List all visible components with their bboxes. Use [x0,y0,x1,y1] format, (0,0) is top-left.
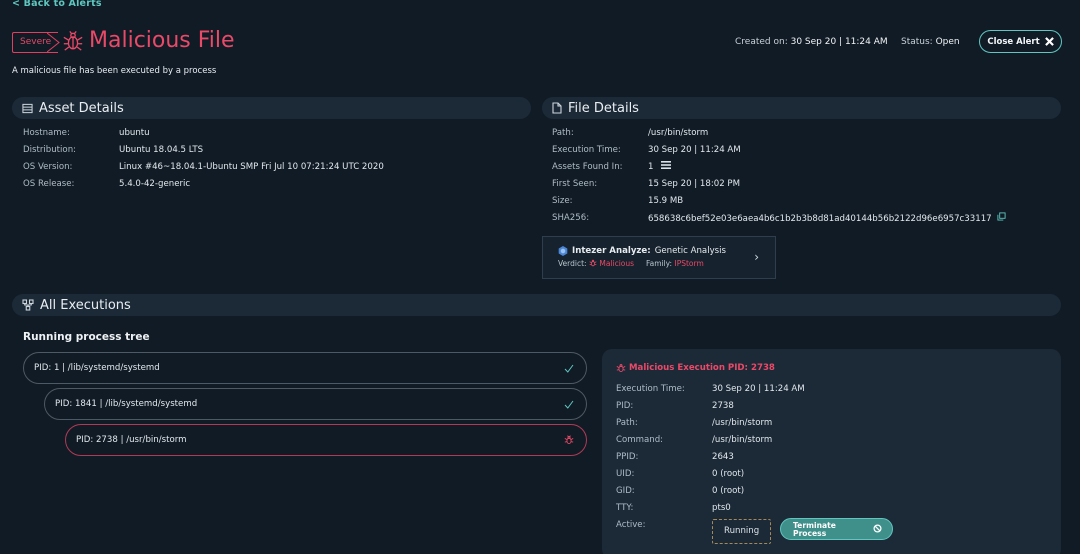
intezer-logo-icon [558,246,568,256]
malicious-execution-title-text: Malicious Execution PID: 2738 [629,363,775,373]
server-icon [22,103,33,113]
intezer-analysis-card[interactable]: Intezer Analyze: Genetic Analysis Verdic… [542,236,776,279]
file-details-title: File Details [568,100,639,116]
file-key: Execution Time: [552,145,621,155]
checkmark-icon [564,364,574,373]
intezer-summary: Verdict: Malicious Family: IPStorm [558,259,760,268]
file-value: 15 Sep 20 | 18:02 PM [648,179,740,189]
created-on: Created on: 30 Sep 20 | 11:24 AM [735,37,888,47]
bug-icon [589,259,597,267]
malicious-execution-title: Malicious Execution PID: 2738 [616,363,1047,373]
intezer-heading: Intezer Analyze: Genetic Analysis [558,246,760,256]
close-icon [1044,37,1054,46]
all-executions-header: All Executions [12,294,1061,316]
exec-key: Command: [616,435,664,445]
running-status-badge: Running [712,519,772,544]
alert-title: Malicious File [62,28,235,53]
family-value: IPStorm [674,259,704,268]
list-icon[interactable] [661,161,672,169]
close-alert-label: Close Alert [987,36,1040,47]
checkmark-icon [564,400,574,409]
created-on-label: Created on: [735,37,788,47]
status-label: Status: [901,37,933,47]
all-executions-title: All Executions [40,297,131,313]
file-details-header: File Details [542,97,1061,119]
exec-value: 30 Sep 20 | 11:24 AM [712,384,805,394]
assets-found-value: 1 [648,161,1057,174]
process-node-label: PID: 2738 | /usr/bin/storm [76,435,187,445]
file-key: Path: [552,128,574,138]
intezer-brand: Intezer Analyze: [572,246,651,256]
status-value: Open [935,37,960,47]
exec-key: PPID: [616,452,639,462]
asset-value: ubuntu [119,128,150,138]
family-label: Family: [645,259,673,268]
asset-details-header: Asset Details [12,97,531,119]
verdict-value: Malicious [599,259,635,268]
copy-icon[interactable] [997,212,1006,221]
asset-key: OS Release: [23,179,75,189]
bug-icon [564,435,574,444]
process-node-malicious[interactable]: PID: 2738 | /usr/bin/storm [65,424,587,456]
severity-badge-arrow [47,33,60,52]
exec-value: /usr/bin/storm [712,418,773,428]
exec-key: Execution Time: [616,384,685,394]
asset-key: Distribution: [23,145,77,155]
file-details-list: Path: /usr/bin/storm Execution Time: 30 Se… [552,127,1057,226]
malicious-execution-panel: Malicious Execution PID: 2738 Execution … [602,349,1061,554]
bug-icon [616,364,626,372]
file-key: Size: [552,196,573,206]
terminate-process-button[interactable]: Terminate Process [780,518,893,540]
file-value: 15.9 MB [648,196,684,206]
asset-value: Ubuntu 18.04.5 LTS [119,145,204,155]
asset-value: 5.4.0-42-generic [119,179,191,189]
exec-value: pts0 [712,503,731,513]
asset-key: Hostname: [23,128,70,138]
exec-value: /usr/bin/storm [712,435,773,445]
process-tree-icon [22,299,34,311]
back-to-alerts-link[interactable]: < Back to Alerts [12,0,102,9]
file-value: /usr/bin/storm [648,128,709,138]
active-label: Active: [616,520,646,530]
file-key: Assets Found In: [552,162,623,172]
sha256-text: 658638c6bef52e03e6aea4b6c1b2b3b8d81ad401… [648,214,992,224]
assets-found-count: 1 [648,162,654,172]
process-node[interactable]: PID: 1841 | /lib/systemd/systemd [44,388,587,420]
exec-key: TTY: [616,503,634,513]
stop-icon [873,524,882,533]
alert-description: A malicious file has been executed by a … [12,66,217,76]
alert-title-text: Malicious File [89,28,235,53]
created-on-value: 30 Sep 20 | 11:24 AM [790,37,888,47]
sha256-value: 658638c6bef52e03e6aea4b6c1b2b3b8d81ad401… [648,212,1057,226]
chevron-right-icon: › [754,250,759,264]
close-alert-button[interactable]: Close Alert [979,30,1062,53]
asset-key: OS Version: [23,162,73,172]
intezer-mode: Genetic Analysis [654,246,727,256]
asset-value: Linux #46~18.04.1-Ubuntu SMP Fri Jul 10 … [119,162,384,172]
terminate-label-line2: Process [793,529,827,538]
exec-value: 0 (root) [712,486,745,496]
exec-value: 0 (root) [712,469,745,479]
verdict-label: Verdict: [558,259,587,268]
exec-value: 2643 [712,452,734,462]
asset-details-list: Hostname: ubuntu Distribution: Ubuntu 18.0… [23,127,523,191]
asset-details-title: Asset Details [39,100,124,116]
process-node-label: PID: 1841 | /lib/systemd/systemd [55,399,198,409]
process-tree-title: Running process tree [23,331,150,343]
file-icon [552,102,562,114]
exec-key: PID: [616,401,634,411]
file-value: 30 Sep 20 | 11:24 AM [648,145,741,155]
exec-key: GID: [616,486,635,496]
process-node-label: PID: 1 | /lib/systemd/systemd [34,363,160,373]
exec-key: UID: [616,469,635,479]
bug-icon [63,30,83,51]
alert-status: Status: Open [901,37,960,47]
file-key: SHA256: [552,213,590,223]
file-key: First Seen: [552,179,598,189]
exec-key: Path: [616,418,638,428]
exec-value: 2738 [712,401,734,411]
process-node[interactable]: PID: 1 | /lib/systemd/systemd [23,352,587,384]
